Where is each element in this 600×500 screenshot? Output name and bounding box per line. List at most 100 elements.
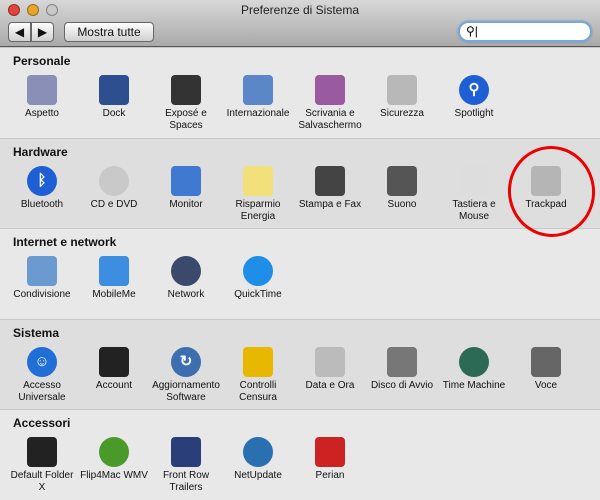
section-title: Accessori: [13, 416, 71, 430]
section-accessori: Accessori Default Folder X Flip4Mac WMV Fro…: [0, 409, 600, 500]
pref-pane-perian[interactable]: Perian: [294, 437, 366, 482]
pref-pane-bluetooth[interactable]: ᛒ Bluetooth: [6, 166, 78, 211]
pref-pane-controlli-censura[interactable]: Controlli Censura: [222, 347, 294, 404]
pref-pane-time-machine[interactable]: Time Machine: [438, 347, 510, 392]
pref-pane-label: Perian: [315, 470, 345, 481]
pref-pane-disco-di-avvio[interactable]: Disco di Avvio: [366, 347, 438, 392]
netupdate-icon: [243, 437, 273, 467]
startup-disk-icon: [387, 347, 417, 377]
default-folder-icon: [27, 437, 57, 467]
pref-pane-label: Network: [167, 289, 205, 300]
microphone-icon: [531, 347, 561, 377]
front-row-icon: [171, 437, 201, 467]
section-personale: Personale Aspetto Dock Exposé e Spaces Inter…: [0, 47, 600, 137]
accounts-icon: [99, 347, 129, 377]
pref-pane-label: Front Row Trailers: [162, 470, 210, 493]
pref-pane-dock[interactable]: Dock: [78, 75, 150, 120]
pref-pane-label: Bluetooth: [20, 199, 64, 210]
pref-pane-network[interactable]: Network: [150, 256, 222, 301]
network-globe-icon: [171, 256, 201, 286]
date-time-icon: [315, 347, 345, 377]
pref-pane-label: Controlli Censura: [239, 380, 277, 403]
pref-pane-label: Condivisione: [13, 289, 71, 300]
pref-pane-label: Disco di Avvio: [370, 380, 434, 391]
expose-icon: [171, 75, 201, 105]
printer-icon: [315, 166, 345, 196]
flip4mac-icon: [99, 437, 129, 467]
pref-pane-aggiornamento-software[interactable]: ↻ Aggiornamento Software: [150, 347, 222, 404]
pref-pane-aspetto[interactable]: Aspetto: [6, 75, 78, 120]
pref-pane-default-folder-x[interactable]: Default Folder X: [6, 437, 78, 494]
international-flag-icon: [243, 75, 273, 105]
pref-pane-label: Risparmio Energia: [235, 199, 281, 222]
pref-pane-cd-e-dvd[interactable]: CD e DVD: [78, 166, 150, 211]
monitor-icon: [171, 166, 201, 196]
pref-pane-label: Dock: [102, 108, 126, 119]
pref-pane-label: Default Folder X: [10, 470, 74, 493]
pref-pane-label: Suono: [387, 199, 417, 210]
pref-pane-voce[interactable]: Voce: [510, 347, 582, 392]
search-icon: ⚲: [466, 24, 475, 38]
pref-pane-stampa-e-fax[interactable]: Stampa e Fax: [294, 166, 366, 211]
show-all-button[interactable]: Mostra tutte: [64, 22, 154, 42]
pref-pane-suono[interactable]: Suono: [366, 166, 438, 211]
pref-pane-label: QuickTime: [234, 289, 282, 300]
pref-pane-label: Spotlight: [454, 108, 494, 119]
section-title: Sistema: [13, 326, 60, 340]
pref-pane-label: Time Machine: [442, 380, 506, 391]
section-title: Internet e network: [13, 235, 117, 249]
lightbulb-icon: [243, 166, 273, 196]
pref-pane-monitor[interactable]: Monitor: [150, 166, 222, 211]
section-sistema: Sistema ☺ Accesso Universale Account ↻ Aggior…: [0, 319, 600, 409]
desktop-icon: [315, 75, 345, 105]
pref-pane-label: Account: [95, 380, 133, 391]
pref-pane-label: NetUpdate: [234, 470, 282, 481]
section-title: Hardware: [13, 145, 68, 159]
pref-pane-label: Internazionale: [226, 108, 290, 119]
pref-pane-accesso-universale[interactable]: ☺ Accesso Universale: [6, 347, 78, 404]
software-update-icon: ↻: [171, 347, 201, 377]
time-machine-icon: [459, 347, 489, 377]
spotlight-icon: ⚲: [459, 75, 489, 105]
parental-controls-icon: [243, 347, 273, 377]
back-button[interactable]: ◀: [8, 22, 31, 42]
window-title: Preferenze di Sistema: [240, 3, 360, 17]
pref-pane-label: Voce: [534, 380, 558, 391]
forward-button[interactable]: ▶: [31, 22, 54, 42]
pref-pane-label: Monitor: [169, 199, 203, 210]
pref-pane-scrivania-e-salvaschermo[interactable]: Scrivania e Salvaschermo: [294, 75, 366, 132]
pref-pane-label: Tastiera e Mouse: [452, 199, 496, 222]
mobileme-cloud-icon: [99, 256, 129, 286]
accessibility-icon: ☺: [27, 347, 57, 377]
pref-pane-label: Sicurezza: [380, 108, 424, 119]
pref-pane-flip4mac-wmv[interactable]: Flip4Mac WMV: [78, 437, 150, 482]
pref-pane-label: Aspetto: [25, 108, 59, 119]
cd-icon: [99, 166, 129, 196]
pref-pane-risparmio-energia[interactable]: Risparmio Energia: [222, 166, 294, 223]
pref-pane-sicurezza[interactable]: Sicurezza: [366, 75, 438, 120]
dock-icon: [99, 75, 129, 105]
pref-pane-netupdate[interactable]: NetUpdate: [222, 437, 294, 482]
pref-pane-tastiera-e-mouse[interactable]: Tastiera e Mouse: [438, 166, 510, 223]
pref-pane-label: Exposé e Spaces: [165, 108, 207, 131]
speaker-icon: [387, 166, 417, 196]
section-internet-e-network: Internet e network Condivisione MobileMe Ne…: [0, 228, 600, 318]
pref-pane-condivisione[interactable]: Condivisione: [6, 256, 78, 301]
quicktime-icon: [243, 256, 273, 286]
pref-pane-exposé-e-spaces[interactable]: Exposé e Spaces: [150, 75, 222, 132]
pref-pane-account[interactable]: Account: [78, 347, 150, 392]
pref-pane-spotlight[interactable]: ⚲ Spotlight: [438, 75, 510, 120]
pref-pane-front-row-trailers[interactable]: Front Row Trailers: [150, 437, 222, 494]
search-input[interactable]: ⚲|: [458, 21, 592, 42]
pref-pane-label: Accesso Universale: [18, 380, 66, 403]
pref-pane-mobileme[interactable]: MobileMe: [78, 256, 150, 301]
section-title: Personale: [13, 54, 71, 68]
pref-pane-label: Data e Ora: [305, 380, 355, 391]
bluetooth-icon: ᛒ: [27, 166, 57, 196]
pref-pane-label: MobileMe: [92, 289, 136, 300]
pref-pane-label: Scrivania e Salvaschermo: [298, 108, 362, 131]
pref-pane-internazionale[interactable]: Internazionale: [222, 75, 294, 120]
pref-pane-quicktime[interactable]: QuickTime: [222, 256, 294, 301]
pref-pane-label: Stampa e Fax: [298, 199, 362, 210]
pref-pane-data-e-ora[interactable]: Data e Ora: [294, 347, 366, 392]
